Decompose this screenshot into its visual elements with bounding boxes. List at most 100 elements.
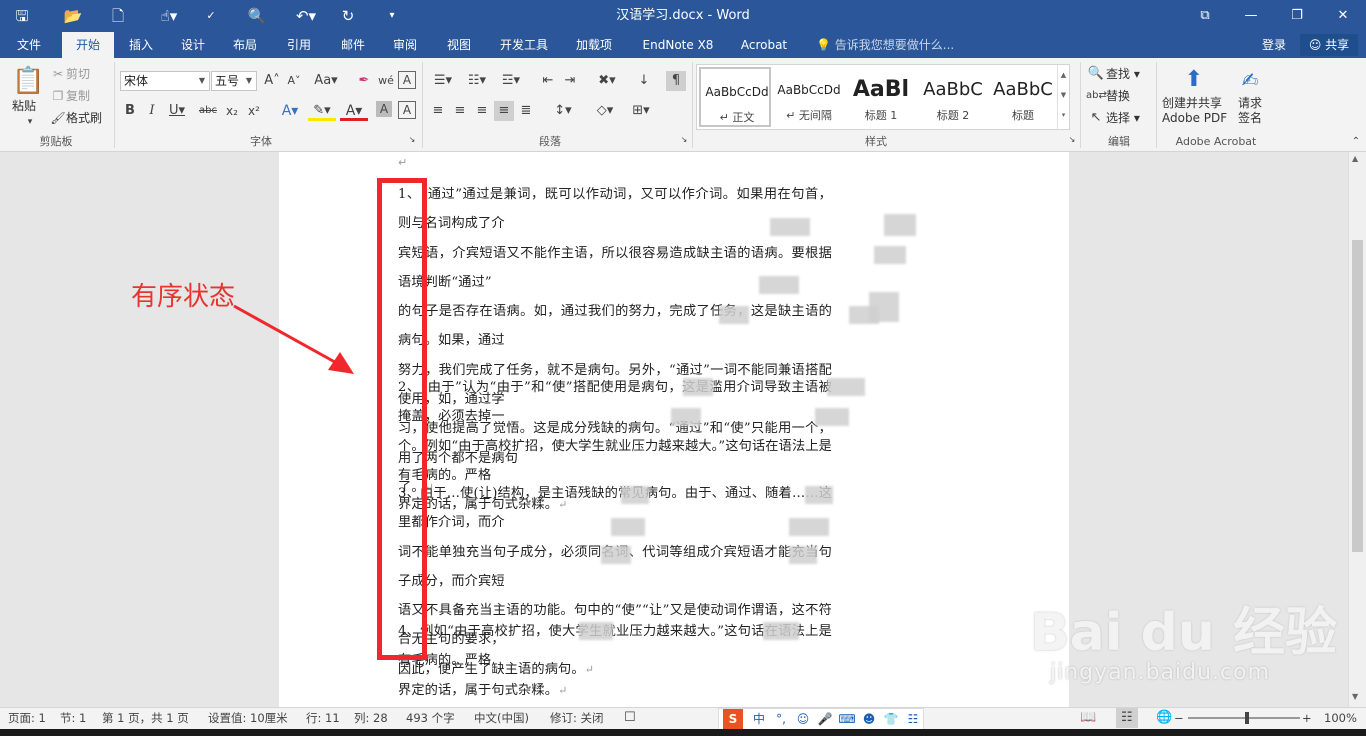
sogou-logo-icon[interactable]: S	[723, 709, 743, 729]
tab-view[interactable]: 视图	[438, 32, 480, 58]
format-painter-button[interactable]: 格式刷	[66, 108, 102, 128]
tab-design[interactable]: 设计	[172, 32, 214, 58]
print-preview-icon[interactable]: 🔍	[246, 6, 268, 26]
change-case-icon[interactable]: Aa▾	[312, 71, 340, 91]
status-line[interactable]: 行: 11	[306, 708, 340, 728]
character-border-icon[interactable]: A	[398, 101, 416, 119]
keyboard-icon[interactable]: ⌨	[837, 709, 857, 729]
select-button[interactable]: 选择 ▾	[1106, 108, 1140, 128]
zoom-level[interactable]: 100%	[1324, 708, 1357, 728]
align-center-icon[interactable]: ≡	[450, 101, 470, 121]
punctuation-icon[interactable]: °,	[771, 709, 791, 729]
status-column[interactable]: 列: 28	[354, 708, 388, 728]
scroll-down-icon[interactable]: ▼	[1352, 692, 1358, 701]
tab-endnote[interactable]: EndNote X8	[636, 32, 720, 58]
copy-button[interactable]: 复制	[66, 86, 90, 106]
tab-review[interactable]: 审阅	[384, 32, 426, 58]
emoji-icon[interactable]: ☺	[793, 709, 813, 729]
status-track-changes[interactable]: 修订: 关闭	[550, 708, 604, 728]
status-page[interactable]: 页面: 1	[8, 708, 46, 728]
tab-home[interactable]: 开始	[62, 32, 114, 58]
sort-icon[interactable]: ↓	[634, 71, 654, 91]
redo-icon[interactable]: ↻	[338, 6, 358, 26]
borders-icon[interactable]: ⊞▾	[626, 101, 656, 121]
clear-formatting-icon[interactable]: ✒	[354, 71, 374, 91]
decrease-indent-icon[interactable]: ⇤	[538, 71, 558, 91]
style-heading-1[interactable]: AaBl 标题 1	[845, 67, 917, 127]
chevron-up-icon[interactable]: ▲	[1058, 65, 1069, 85]
font-dialog-launcher-icon[interactable]: ↘	[406, 134, 418, 146]
tab-layout[interactable]: 布局	[224, 32, 266, 58]
align-right-icon[interactable]: ≡	[472, 101, 492, 121]
customize-qat-icon[interactable]: ▾	[384, 6, 400, 26]
status-section[interactable]: 节: 1	[60, 708, 86, 728]
font-size-combo[interactable]: 五号 ▼	[211, 71, 257, 91]
show-hide-marks-icon[interactable]: ¶	[666, 71, 686, 91]
collapse-ribbon-icon[interactable]: ⌃	[1346, 132, 1366, 152]
sign-in-link[interactable]: 登录	[1262, 32, 1286, 58]
italic-icon[interactable]: I	[142, 101, 162, 121]
replace-button[interactable]: 替换	[1106, 86, 1130, 106]
paste-dropdown-icon[interactable]: ▾	[20, 112, 40, 132]
gallery-scroll[interactable]: ▲ ▼ ▾	[1057, 65, 1069, 129]
tab-addins[interactable]: 加载项	[568, 32, 620, 58]
tab-developer[interactable]: 开发工具	[494, 32, 554, 58]
save-icon[interactable]: 🖫	[12, 6, 32, 26]
enclose-characters-icon[interactable]: A	[398, 71, 416, 89]
tab-mailings[interactable]: 邮件	[332, 32, 374, 58]
zoom-out-icon[interactable]: −	[1174, 708, 1184, 728]
cut-button[interactable]: 剪切	[66, 64, 90, 84]
character-shading-icon[interactable]: A	[376, 101, 392, 117]
tab-acrobat[interactable]: Acrobat	[734, 32, 794, 58]
style-normal[interactable]: AaBbCcDd ↵ 正文	[699, 67, 771, 127]
skin-icon[interactable]: 👕	[881, 709, 901, 729]
spelling-icon[interactable]: ✓	[200, 6, 222, 26]
print-layout-icon[interactable]: ☷	[1116, 708, 1138, 728]
underline-icon[interactable]: U▾	[164, 101, 190, 121]
tab-references[interactable]: 引用	[278, 32, 320, 58]
tab-file[interactable]: 文件	[6, 32, 52, 58]
open-icon[interactable]: 📂	[62, 6, 84, 26]
share-button[interactable]: ☺ 共享	[1300, 34, 1358, 56]
scroll-up-icon[interactable]: ▲	[1352, 154, 1358, 163]
chevron-down-icon[interactable]: ▼	[1058, 85, 1069, 105]
chinese-layout-icon[interactable]: ✖▾	[592, 71, 622, 91]
toolbox-icon[interactable]: ☷	[903, 709, 923, 729]
chevron-down-icon[interactable]: ▼	[195, 72, 209, 90]
font-color-icon[interactable]: A▾	[340, 101, 368, 121]
status-word-count[interactable]: 493 个字	[406, 708, 455, 728]
zoom-in-icon[interactable]: +	[1302, 708, 1312, 728]
read-mode-icon[interactable]: 📖	[1080, 708, 1096, 728]
shrink-font-icon[interactable]: A˅	[284, 71, 304, 91]
vertical-scrollbar[interactable]: ▲ ▼	[1348, 152, 1366, 707]
new-icon[interactable]: 🗋	[108, 6, 128, 26]
create-share-label[interactable]: 创建并共享	[1162, 96, 1222, 110]
request-label[interactable]: 请求	[1238, 96, 1262, 110]
distributed-icon[interactable]: ≣	[516, 101, 536, 121]
shading-icon[interactable]: ◇▾	[590, 101, 620, 121]
numbering-icon[interactable]: ☷▾	[462, 71, 492, 91]
strikethrough-icon[interactable]: abc	[196, 101, 220, 121]
style-no-spacing[interactable]: AaBbCcDd ↵ 无间隔	[773, 67, 845, 127]
highlight-icon[interactable]: ✎▾	[308, 101, 336, 121]
scroll-thumb[interactable]	[1352, 240, 1363, 552]
ime-language-toggle[interactable]: 中	[749, 709, 769, 729]
tab-insert[interactable]: 插入	[120, 32, 162, 58]
microphone-icon[interactable]: 🎤	[815, 709, 835, 729]
styles-dialog-launcher-icon[interactable]: ↘	[1066, 134, 1078, 146]
find-button[interactable]: 查找 ▾	[1106, 64, 1140, 84]
bullets-icon[interactable]: ☰▾	[428, 71, 458, 91]
text-effects-icon[interactable]: A▾	[276, 101, 304, 121]
status-setting[interactable]: 设置值: 10厘米	[208, 708, 288, 728]
paragraph-dialog-launcher-icon[interactable]: ↘	[678, 134, 690, 146]
font-name-combo[interactable]: 宋体 ▼	[120, 71, 210, 91]
ribbon-display-options-icon[interactable]: ⧉	[1182, 0, 1228, 32]
align-left-icon[interactable]: ≡	[428, 101, 448, 121]
undo-icon[interactable]: ↶▾	[290, 6, 322, 26]
line-spacing-icon[interactable]: ↕▾	[548, 101, 578, 121]
web-layout-icon[interactable]: 🌐	[1156, 708, 1172, 728]
style-title[interactable]: AaBbC 标题	[987, 67, 1059, 127]
more-icon[interactable]: ▾	[1058, 105, 1069, 125]
maximize-button[interactable]: ❐	[1274, 0, 1320, 32]
multilevel-list-icon[interactable]: ☲▾	[496, 71, 526, 91]
